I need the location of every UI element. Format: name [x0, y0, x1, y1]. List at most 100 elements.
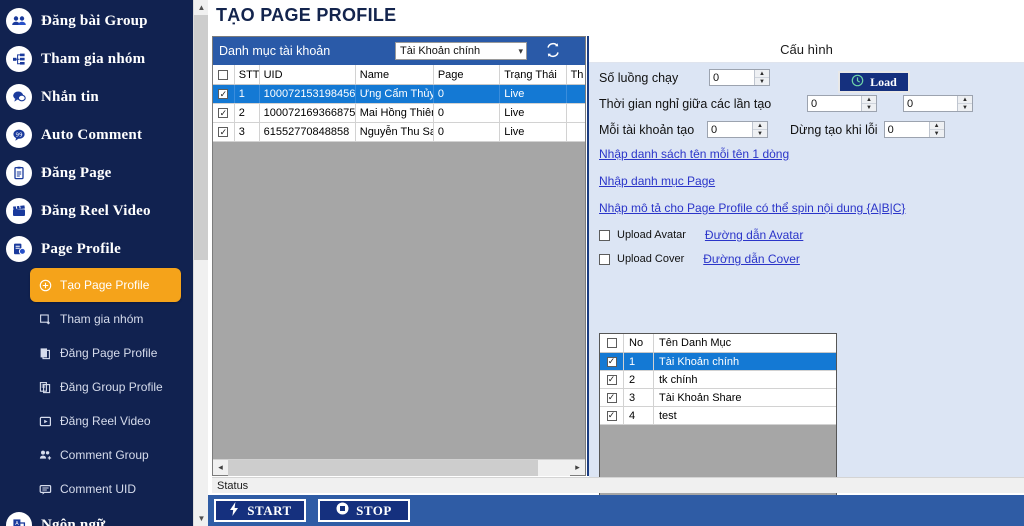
link-duong-dan-avatar[interactable]: Đường dẫn Avatar	[705, 228, 803, 242]
sidebar-item-ngon-ngu[interactable]: A Ngôn ngữ	[0, 506, 193, 526]
stop-button[interactable]: STOP	[318, 499, 410, 522]
stepper-down-icon[interactable]: ▼	[958, 104, 972, 111]
sidebar-item-dang-group-profile[interactable]: Đăng Group Profile	[30, 370, 181, 404]
per-account-stepper[interactable]: ▲▼	[707, 121, 768, 138]
stepper-up-icon[interactable]: ▲	[958, 96, 972, 104]
stepper-arrows[interactable]: ▲ ▼	[752, 122, 767, 137]
stepper-down-icon[interactable]: ▼	[755, 78, 769, 85]
list-item[interactable]: 3 Tài Khoản Share	[600, 389, 836, 407]
threads-stepper[interactable]: ▲▼	[709, 69, 770, 86]
sidebar-item-dang-bai-group[interactable]: Đăng bài Group	[0, 2, 193, 40]
load-button-label: Load	[870, 74, 897, 89]
upload-cover-checkbox[interactable]	[599, 253, 610, 265]
config-panel: Cấu hình Số luồng chạy ▲▼ Thời gian nghỉ…	[587, 36, 1024, 498]
load-button[interactable]: Load	[838, 71, 910, 93]
link-nhap-mo-ta[interactable]: Nhập mô tả cho Page Profile có thể spin …	[599, 201, 905, 215]
link-duong-dan-cover[interactable]: Đường dẫn Cover	[703, 252, 800, 266]
threads-input[interactable]	[710, 70, 754, 85]
category-row-checkbox[interactable]	[600, 353, 624, 370]
sidebar-item-page-profile[interactable]: Page Profile	[0, 230, 193, 268]
stepper-up-icon[interactable]: ▲	[929, 122, 944, 130]
clapperboard-icon	[6, 198, 32, 224]
scroll-left-icon[interactable]: ◂	[213, 462, 228, 473]
stepper-up-icon[interactable]: ▲	[755, 70, 769, 78]
rest-time-input-2[interactable]	[904, 96, 957, 111]
plus-circle-icon	[38, 278, 53, 293]
hscroll-thumb[interactable]	[228, 459, 538, 476]
stepper-arrows[interactable]: ▲ ▼	[957, 96, 972, 111]
sidebar-subitem-label: Đăng Page Profile	[60, 346, 158, 360]
stop-error-stepper[interactable]: ▲▼	[883, 121, 945, 138]
list-item[interactable]: 1 Tài Khoản chính	[600, 353, 836, 371]
start-button[interactable]: START	[214, 499, 306, 522]
stepper-down-icon[interactable]: ▼	[753, 130, 767, 137]
cell-partial	[567, 104, 585, 122]
account-list-panel: Danh mục tài khoản Tài Khoản chính ▾ STT…	[212, 36, 586, 476]
sidebar-item-sub-tham-gia-nhom[interactable]: Tham gia nhóm	[30, 302, 181, 336]
sidebar-item-dang-page-profile[interactable]: Đăng Page Profile	[30, 336, 181, 370]
table-row[interactable]: 2 100072169366875 Mai Hồng Thiên 0 Live	[213, 104, 585, 123]
sidebar-item-dang-reel-video[interactable]: Đăng Reel Video	[0, 192, 193, 230]
sidebar-item-auto-comment[interactable]: 99 Auto Comment	[0, 116, 193, 154]
row-checkbox[interactable]	[213, 104, 235, 122]
rest-time-input-1[interactable]	[808, 96, 861, 111]
stepper-arrows[interactable]: ▲ ▼	[928, 122, 944, 137]
link-nhap-danh-sach-ten[interactable]: Nhập danh sách tên mỗi tên 1 dòng	[599, 147, 789, 161]
scroll-right-icon[interactable]: ▸	[570, 462, 585, 473]
category-row-checkbox[interactable]	[600, 371, 624, 388]
sidebar-item-comment-uid[interactable]: Comment UID	[30, 472, 181, 506]
stop-button-label: STOP	[356, 502, 392, 518]
stop-error-input[interactable]	[884, 122, 929, 137]
threads-label: Số luồng chạy	[599, 70, 679, 85]
sidebar-item-comment-group[interactable]: Comment Group	[30, 438, 181, 472]
per-account-input[interactable]	[708, 122, 752, 137]
stepper-up-icon[interactable]: ▲	[862, 96, 876, 104]
scroll-down-icon[interactable]: ▼	[194, 511, 209, 526]
chevron-down-icon: ▾	[518, 45, 523, 56]
rest-time-stepper-2[interactable]: ▲▼	[903, 95, 973, 112]
category-row-checkbox[interactable]	[600, 407, 624, 424]
status-bar: Status	[212, 477, 1024, 493]
config-body: Số luồng chạy ▲▼ Thời gian nghỉ giữa các…	[589, 63, 1024, 498]
scroll-up-icon[interactable]: ▲	[194, 0, 209, 15]
column-header-page: Page	[434, 65, 501, 84]
sidebar-item-tao-page-profile[interactable]: Tạo Page Profile	[30, 268, 181, 302]
row-checkbox[interactable]	[213, 85, 235, 103]
account-grid-body: 1 100072153198456 Ưng Cẩm Thủy 0 Live 2 …	[213, 85, 585, 142]
table-row[interactable]: 3 61552770848858 Nguyễn Thu Sao 0 Live	[213, 123, 585, 142]
sidebar-top-nav: Đăng bài Group Tham gia nhóm Nhắn tin 99…	[0, 0, 193, 268]
cell-uid: 100072169366875	[260, 104, 356, 122]
sidebar-item-nhan-tin[interactable]: Nhắn tin	[0, 78, 193, 116]
stepper-arrows[interactable]: ▲ ▼	[861, 96, 876, 111]
list-item[interactable]: 4 test	[600, 407, 836, 425]
cell-page: 0	[434, 104, 501, 122]
sidebar-item-dang-page[interactable]: Đăng Page	[0, 154, 193, 192]
category-column-no: No	[624, 334, 654, 352]
table-row[interactable]: 1 100072153198456 Ưng Cẩm Thủy 0 Live	[213, 85, 585, 104]
category-select-all-checkbox[interactable]	[600, 334, 624, 352]
stepper-arrows[interactable]: ▲ ▼	[754, 70, 769, 85]
sidebar-scrollbar[interactable]: ▲ ▼	[193, 0, 209, 526]
cell-partial	[567, 123, 585, 141]
row-checkbox[interactable]	[213, 123, 235, 141]
account-grid-hscrollbar[interactable]: ◂ ▸	[213, 459, 585, 476]
list-item[interactable]: 2 tk chính	[600, 371, 836, 389]
category-row-checkbox[interactable]	[600, 389, 624, 406]
refresh-button[interactable]	[541, 40, 565, 62]
account-category-select[interactable]: Tài Khoản chính ▾	[395, 42, 527, 60]
upload-avatar-label: Upload Avatar	[617, 229, 686, 241]
sidebar-scroll-thumb[interactable]	[194, 15, 209, 260]
rest-time-stepper-1[interactable]: ▲▼	[807, 95, 877, 112]
start-button-label: START	[247, 502, 292, 518]
select-all-checkbox[interactable]	[213, 65, 235, 84]
hscroll-track[interactable]	[228, 459, 570, 476]
load-circle-icon	[851, 74, 864, 91]
sidebar-subitem-label: Đăng Group Profile	[60, 380, 163, 394]
upload-avatar-checkbox[interactable]	[599, 229, 610, 241]
link-nhap-danh-muc-page[interactable]: Nhập danh mục Page	[599, 174, 715, 188]
sidebar-item-tham-gia-nhom[interactable]: Tham gia nhóm	[0, 40, 193, 78]
stepper-down-icon[interactable]: ▼	[930, 130, 944, 137]
stepper-up-icon[interactable]: ▲	[753, 122, 767, 130]
stepper-down-icon[interactable]: ▼	[862, 104, 876, 111]
sidebar-item-sub-dang-reel-video[interactable]: Đăng Reel Video	[30, 404, 181, 438]
